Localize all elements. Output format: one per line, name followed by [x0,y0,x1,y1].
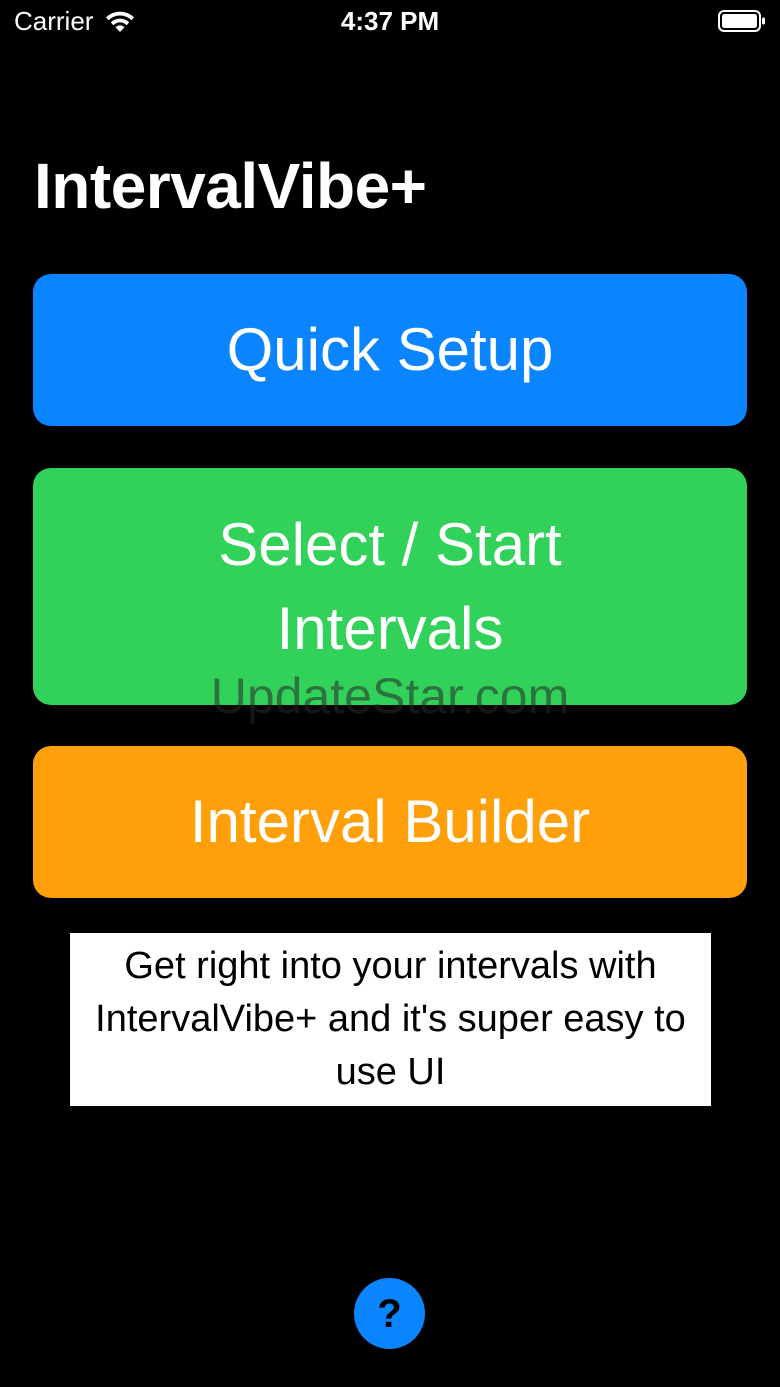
battery-icon [718,10,765,32]
question-mark-icon: ? [377,1291,402,1336]
description-box: Get right into your intervals with Inter… [70,933,711,1106]
select-start-intervals-button[interactable]: Select / Start Intervals [33,468,747,705]
select-start-intervals-label: Select / Start Intervals [218,510,562,662]
interval-builder-button[interactable]: Interval Builder [33,746,747,898]
status-time: 4:37 PM [340,6,440,36]
quick-setup-button[interactable]: Quick Setup [33,274,747,426]
quick-setup-label: Quick Setup [226,316,554,383]
description-text: Get right into your intervals with Inter… [95,945,686,1093]
help-button[interactable]: ? [354,1278,425,1349]
interval-builder-label: Interval Builder [189,788,591,855]
app-title: IntervalVibe+ [34,150,427,222]
status-bar: Carrier 4:37 PM [0,0,780,44]
